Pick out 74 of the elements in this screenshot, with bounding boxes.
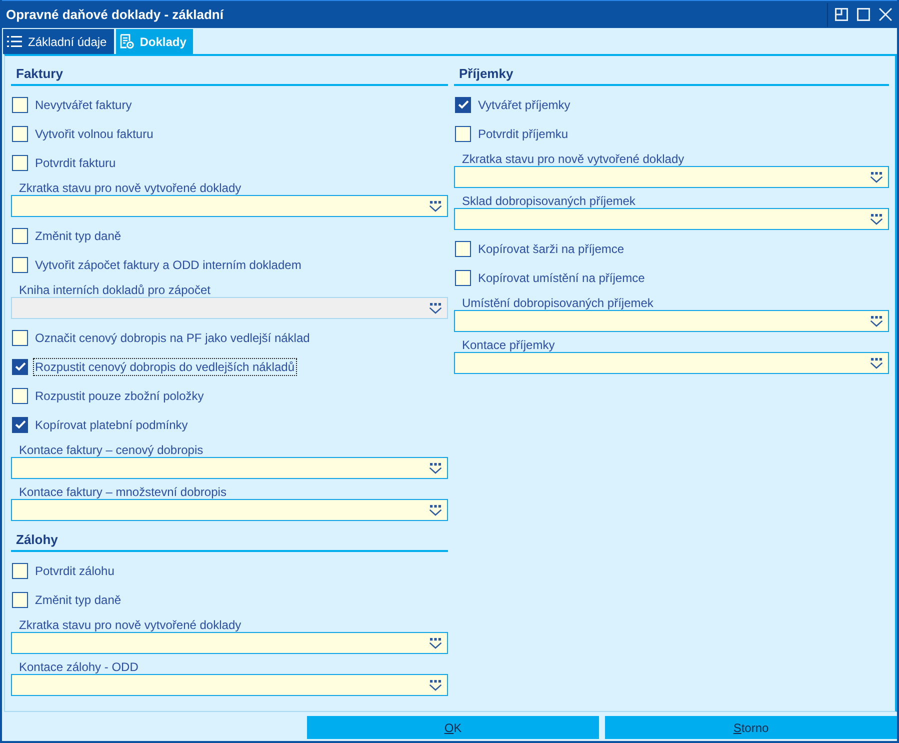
checkbox[interactable] [12,126,28,142]
check-icon [458,100,468,109]
checkbox-label: Rozpustit pouze zbožní položky [34,388,205,404]
tab[interactable]: Základní údaje [3,29,114,54]
checkbox-label: Potvrdit zálohu [34,562,116,580]
field-label: Kniha interních dokladů pro zápočet [19,283,210,297]
checkbox[interactable] [12,228,28,244]
dropdown-field[interactable] [11,195,448,217]
dialog-button[interactable]: OK [307,716,599,739]
checkbox[interactable] [455,240,471,256]
checkbox-label: Vytvářet příjemky [477,96,572,114]
dialog-button[interactable]: Storno [605,716,897,739]
checkbox-label: Změnit typ daně [34,592,122,608]
list-icon [7,36,22,47]
checkbox[interactable] [455,270,471,286]
checkbox[interactable] [12,154,28,170]
checkbox-label: Potvrdit fakturu [34,154,117,172]
maximize-icon[interactable] [857,8,870,21]
dropdown-icon [429,462,442,474]
checkbox-label: Potvrdit příjemku [477,126,570,142]
dropdown-field[interactable] [454,352,889,374]
field-label: Sklad dobropisovaných příjemek [462,194,636,208]
checkbox[interactable] [12,330,28,346]
checkbox[interactable] [12,256,28,272]
restore-icon[interactable] [835,8,848,21]
checkbox[interactable] [12,388,28,404]
dropdown-field[interactable] [454,310,889,332]
dropdown-field[interactable] [11,632,448,654]
field-label: Umístění dobropisovaných příjemek [462,296,654,310]
field-label: Zkratka stavu pro nově vytvořené doklady [462,152,684,166]
document-gear-icon [120,34,134,49]
checkbox[interactable] [12,358,28,374]
dropdown-field[interactable] [11,457,448,479]
checkbox-label: Označit cenový dobropis na PF jako vedlejší náklad [34,330,311,346]
check-icon [14,420,26,429]
check-icon [14,362,26,371]
field-label: Kontace faktury – cenový dobropis [19,443,204,457]
checkbox[interactable] [455,126,471,142]
close-icon[interactable] [879,8,892,21]
field-label: Kontace faktury – množstevní dobropis [19,485,226,499]
section-title: Příjemky [459,66,514,81]
dropdown-field[interactable] [11,674,448,696]
dropdown-icon [870,214,883,224]
window-title: Opravné daňové doklady - základní [6,6,224,22]
checkbox-label: Vytvořit volnou fakturu [34,126,154,142]
dropdown-icon [429,638,442,648]
section-title: Zálohy [16,532,58,547]
checkbox-label: Kopírovat platební podmínky [34,416,189,434]
dropdown-icon [870,172,883,182]
field-label: Kontace příjemky [462,338,555,352]
checkbox[interactable] [455,96,471,112]
checkbox[interactable] [12,592,28,608]
dropdown-field[interactable] [454,208,889,230]
checkbox[interactable] [12,416,28,432]
dropdown-field[interactable] [454,166,889,188]
dropdown-icon [429,302,442,314]
checkbox[interactable] [12,562,28,578]
field-label: Kontace zálohy - ODD [19,660,138,674]
field-label: Zkratka stavu pro nově vytvořené doklady [19,181,242,195]
checkbox-label: Kopírovat šarži na příjemce [477,240,626,258]
dropdown-field[interactable] [11,499,448,521]
field-label: Zkratka stavu pro nově vytvořené doklady [19,618,242,632]
checkbox-label: Vytvořit zápočet faktury a ODD interním dokladem [34,256,302,274]
dropdown-icon [870,358,883,368]
checkbox[interactable] [12,96,28,112]
dropdown-icon [429,680,442,690]
checkbox-label: Rozpustit cenový dobropis do vedlejších nákladů [33,358,296,376]
dropdown-icon [429,504,442,516]
checkbox-label: Změnit typ daně [34,228,122,244]
checkbox-label: Nevytvářet faktury [34,96,133,114]
dropdown-icon [870,316,883,326]
dropdown-icon [429,200,442,212]
checkbox-label: Kopírovat umístění na příjemce [477,270,646,286]
section-title: Faktury [16,66,63,81]
